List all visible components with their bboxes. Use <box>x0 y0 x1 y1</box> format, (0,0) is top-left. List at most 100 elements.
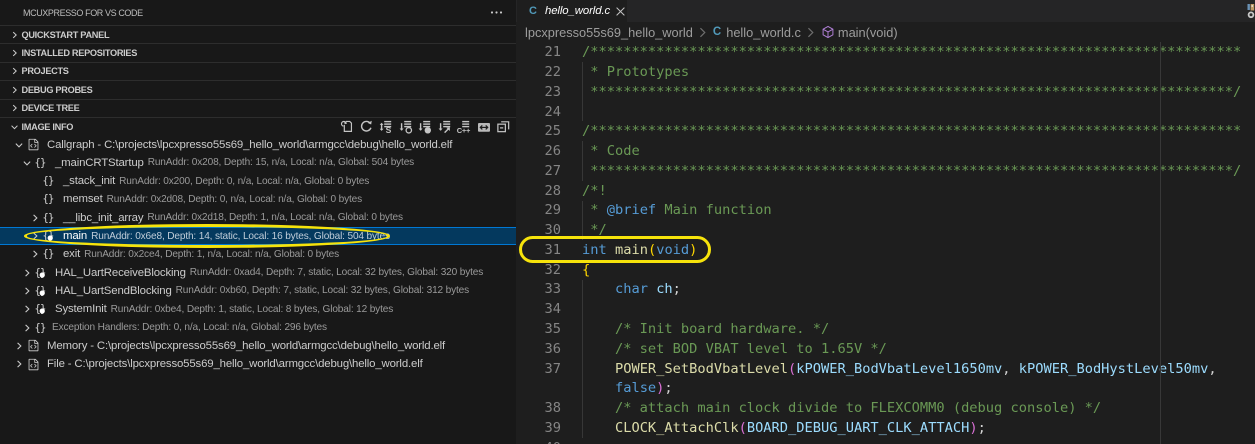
expand-ranges-icon[interactable] <box>476 119 492 135</box>
tree-item-memset[interactable]: {} memset RunAddr: 0x2d08, Depth: 0, n/a, … <box>0 190 516 208</box>
line-number: 23 <box>544 83 561 100</box>
chevron-right-icon[interactable] <box>8 82 21 98</box>
section-label: PROJECTS <box>21 66 69 77</box>
bracket-icon: {} <box>42 211 56 225</box>
tab-strip: C hello_world.c <box>516 0 1255 22</box>
code-line-35[interactable]: 35 /* Init board hardware. */ <box>516 319 1255 339</box>
tree-item-callgraph[interactable]: Callgraph - C:\projects\lpcxpresso55s69_… <box>0 135 516 153</box>
tree-item-label: __libc_init_array <box>63 211 144 224</box>
section-header-projects[interactable]: PROJECTS <box>0 61 516 80</box>
line-number: 40 <box>516 440 561 444</box>
tree-item-file[interactable]: File - C:\projects\lpcxpresso55s69_hello… <box>0 355 516 373</box>
code-line-40[interactable]: 40 <box>516 438 1255 444</box>
breadcrumb-item-lpcxpresso55s69-hello-world[interactable]: lpcxpresso55s69_hello_world <box>525 25 693 40</box>
code-line-33[interactable]: 33 char ch; <box>516 280 1255 300</box>
editor-action-icon[interactable] <box>1247 4 1255 19</box>
breadcrumb-label: main(void) <box>837 24 898 40</box>
close-tab-icon[interactable] <box>614 4 627 18</box>
callgraph-filter-static-icon[interactable] <box>417 119 433 135</box>
code-line-21[interactable]: 21 /*************************************… <box>516 42 1255 62</box>
chevron-right-icon[interactable] <box>12 356 26 372</box>
tree-item-hal_uartreceiveblocking[interactable]: {} HAL_UartReceiveBlockingRunAddr: 0xad4,… <box>0 263 516 281</box>
code-line-36[interactable]: 36 /* set BOD VBAT level to 1.65V */ <box>516 339 1255 359</box>
chevron-right-icon[interactable] <box>20 283 34 299</box>
code-line-26[interactable]: 26 * Code <box>516 141 1255 161</box>
code-line-29[interactable]: 29 * @brief Main function <box>516 201 1255 221</box>
indent-guide <box>582 141 583 162</box>
code-line-25[interactable]: 25 /*************************************… <box>516 121 1255 141</box>
bracket-dot-icon: {} <box>34 284 48 298</box>
file-code-icon <box>26 138 40 151</box>
section-header-quickstart-panel[interactable]: QUICKSTART PANEL <box>0 25 516 43</box>
section-label: IMAGE INFO <box>21 121 74 132</box>
mcuxpresso-sidebar: MCUXPRESSO FOR VS CODE QUICKSTART PANEL I… <box>0 0 516 444</box>
load-symbols-file-icon[interactable] <box>339 119 355 135</box>
chevron-right-icon[interactable] <box>20 320 34 336</box>
collapse-all-icon[interactable] <box>495 119 511 135</box>
breadcrumb-separator-icon <box>803 25 818 40</box>
chevron-right-icon[interactable] <box>8 63 21 79</box>
indent-guide <box>582 319 583 340</box>
tree-item-exception[interactable]: {} Exception Handlers: Depth: 0, n/a, Loc… <box>0 318 516 336</box>
indent-guide <box>582 358 583 379</box>
code-text: * @brief Main function <box>582 202 772 219</box>
section-header-debug-probes[interactable]: DEBUG PROBES <box>0 80 516 98</box>
tree-item-hal_uartsendblocking[interactable]: {} HAL_UartSendBlockingRunAddr: 0xb60, De… <box>0 282 516 300</box>
tree-item-description: RunAddr: 0x208, Depth: 15, n/a, Local: n… <box>147 157 415 169</box>
code-line-37-wrap[interactable]: false); <box>516 378 1255 398</box>
breadcrumb-item-main-void-[interactable]: main(void) <box>821 25 898 40</box>
chevron-right-icon[interactable] <box>20 265 34 281</box>
line-number: 24 <box>544 103 561 120</box>
code-line-22[interactable]: 22 * Prototypes <box>516 62 1255 82</box>
code-text: /* attach main clock divide to FLEXCOMM0… <box>582 400 1102 417</box>
column-ruler <box>1160 42 1161 444</box>
chevron-right-icon[interactable] <box>20 301 34 317</box>
code-line-23[interactable]: 23 *************************************… <box>516 82 1255 102</box>
bracket-icon: {} <box>42 192 56 206</box>
section-header-installed-repositories[interactable]: INSTALLED REPOSITORIES <box>0 43 516 61</box>
tab-hello-world-c[interactable]: C hello_world.c <box>517 0 627 22</box>
callgraph-goto-symbol-icon[interactable] <box>437 119 453 135</box>
sidebar-title-text: MCUXPRESSO FOR VS CODE <box>23 7 143 18</box>
indent-guide <box>582 378 583 399</box>
code-line-24[interactable]: 24 <box>516 102 1255 122</box>
tree-item-memory[interactable]: Memory - C:\projects\lpcxpresso55s69_hel… <box>0 337 516 355</box>
more-actions-icon[interactable] <box>487 3 505 21</box>
callgraph-cpp-filter-icon[interactable]: C++ <box>456 119 472 135</box>
tree-item-exit[interactable]: {} exit RunAddr: 0x2ce4, Depth: 1, n/a, Lo… <box>0 245 516 263</box>
code-line-34[interactable]: 34 <box>516 299 1255 319</box>
chevron-right-icon[interactable] <box>28 210 42 226</box>
file-code-icon <box>26 358 40 371</box>
code-line-27[interactable]: 27 *************************************… <box>516 161 1255 181</box>
chevron-down-icon[interactable] <box>8 119 21 135</box>
section-header-image-info[interactable]: IMAGE INFO S C++ <box>0 116 516 135</box>
tree-item-label: Callgraph - C:\projects\lpcxpresso55s69_… <box>47 138 453 151</box>
tree-item-_maincrtstartup[interactable]: {} _mainCRTStartup RunAddr: 0x208, Depth: … <box>0 154 516 172</box>
refresh-icon[interactable] <box>359 119 375 135</box>
chevron-down-icon[interactable] <box>12 137 26 153</box>
code-line-28[interactable]: 28 /*! <box>516 181 1255 201</box>
bracket-dot-icon: {} <box>34 266 48 280</box>
tree-item-description: RunAddr: 0x2d08, Depth: 0, n/a, Local: n… <box>106 193 363 205</box>
chevron-right-icon[interactable] <box>8 100 21 116</box>
chevron-right-icon[interactable] <box>28 246 42 262</box>
section-header-device-tree[interactable]: DEVICE TREE <box>0 98 516 117</box>
tree-item-label: SystemInit <box>55 303 107 316</box>
tree-item-label: memset <box>63 193 103 206</box>
code-line-39[interactable]: 39 CLOCK_AttachClk(BOARD_DEBUG_UART_CLK_… <box>516 418 1255 438</box>
breadcrumb-item-hello-world-c[interactable]: Chello_world.c <box>713 25 801 40</box>
bracket-icon: {} <box>42 247 56 261</box>
code-line-38[interactable]: 38 /* attach main clock divide to FLEXCO… <box>516 398 1255 418</box>
chevron-down-icon[interactable] <box>20 155 34 171</box>
callgraph-sort-size-icon[interactable]: S <box>378 119 394 135</box>
tree-item-description: RunAddr: 0x200, Depth: 0, n/a, Local: n/… <box>119 175 370 187</box>
indent-guide <box>582 279 583 300</box>
callgraph-filter-none-icon[interactable] <box>398 119 414 135</box>
code-line-37[interactable]: 37 POWER_SetBodVbatLevel(kPOWER_BodVbatL… <box>516 359 1255 379</box>
chevron-right-icon[interactable] <box>12 338 26 354</box>
chevron-right-icon[interactable] <box>8 27 21 43</box>
tree-item-systeminit[interactable]: {} SystemInitRunAddr: 0xbe4, Depth: 1, st… <box>0 300 516 318</box>
tree-item-_stack_init[interactable]: {} _stack_init RunAddr: 0x200, Depth: 0, n… <box>0 172 516 190</box>
chevron-right-icon[interactable] <box>8 45 21 61</box>
code-text: char ch; <box>614 281 681 298</box>
